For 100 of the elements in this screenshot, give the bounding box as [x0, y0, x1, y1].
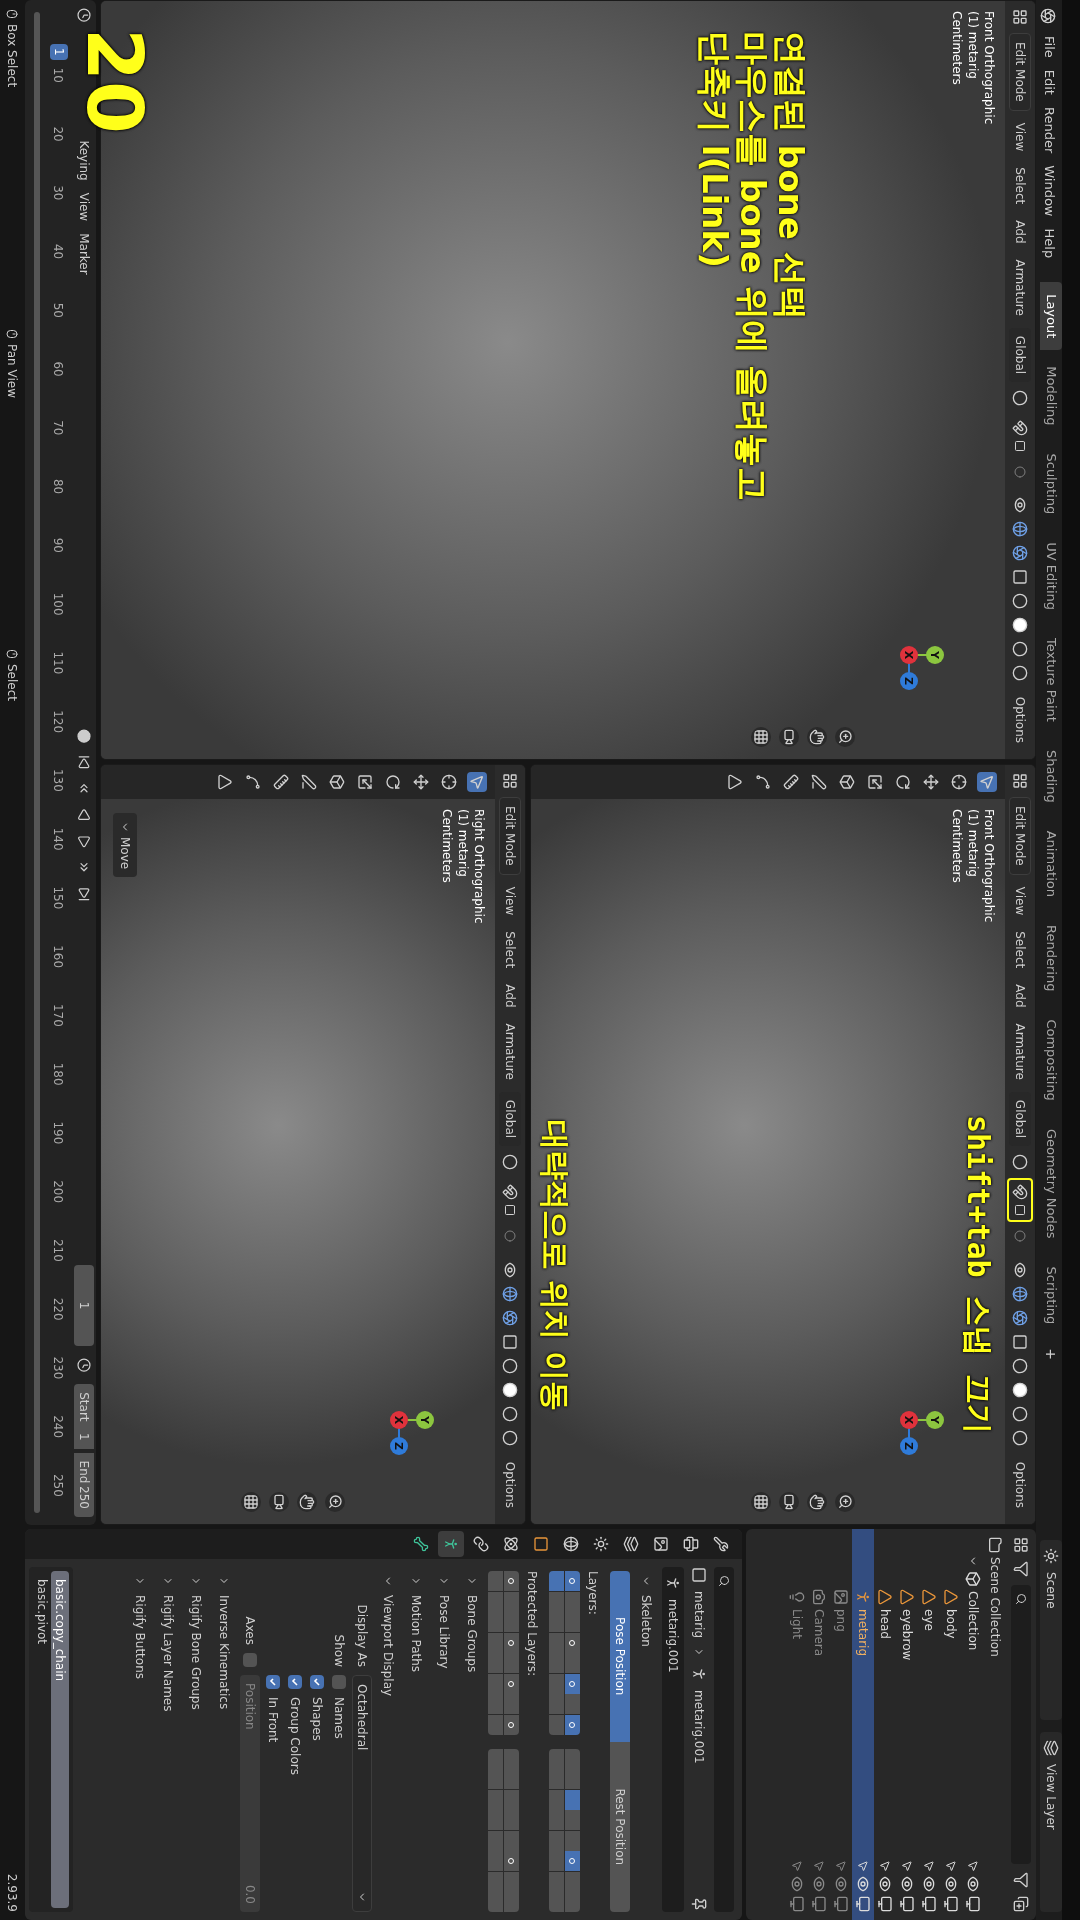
xray-icon[interactable] — [1012, 568, 1028, 585]
menu-item[interactable]: Marker — [75, 233, 93, 275]
render-icon[interactable] — [899, 1896, 915, 1912]
square-icon[interactable] — [504, 1204, 516, 1217]
layer-toggle[interactable] — [488, 1871, 503, 1892]
panel-header[interactable]: Viewport Display — [376, 1567, 400, 1912]
layer-toggle[interactable] — [565, 1769, 580, 1790]
layer-toggle[interactable] — [565, 1591, 580, 1612]
extrude-icon[interactable] — [215, 772, 235, 792]
snap-toggle[interactable] — [1007, 1178, 1033, 1223]
wireframe-sphere-icon[interactable] — [502, 1357, 518, 1374]
checkbox[interactable] — [310, 1675, 324, 1689]
menu-item[interactable]: View — [75, 192, 93, 222]
extrude-icon[interactable] — [725, 772, 745, 792]
menu-item[interactable]: Select — [501, 927, 519, 973]
layer-toggle[interactable] — [565, 1714, 580, 1735]
layer-toggle[interactable] — [504, 1673, 519, 1694]
scale-icon[interactable] — [865, 772, 885, 792]
transform-icon[interactable] — [327, 772, 347, 792]
menu-item[interactable]: File — [1040, 36, 1060, 58]
transform-icon[interactable] — [837, 772, 857, 792]
wireframe-sphere-icon[interactable] — [1012, 1357, 1028, 1374]
workspace-tab[interactable]: Modeling — [1040, 354, 1062, 438]
layer-toggle[interactable] — [488, 1673, 503, 1694]
play-icon[interactable] — [76, 833, 92, 849]
layer-toggle[interactable] — [504, 1748, 519, 1769]
options-dropdown[interactable]: Options — [1011, 1453, 1029, 1516]
workspace-tab[interactable]: Sculpting — [1040, 441, 1062, 527]
layer-toggle[interactable] — [504, 1714, 519, 1735]
options-dropdown[interactable]: Options — [501, 1453, 519, 1516]
layer-toggle[interactable] — [504, 1810, 519, 1831]
move-icon[interactable] — [411, 772, 431, 792]
layer-toggle[interactable] — [488, 1714, 503, 1735]
panel-header[interactable]: Skeleton — [634, 1567, 658, 1912]
layer-toggle[interactable] — [549, 1748, 564, 1769]
options-dropdown[interactable]: Options — [1011, 688, 1029, 751]
workspace-tab[interactable]: Compositing — [1040, 1007, 1062, 1113]
panel-header[interactable]: Rigify Bone Groups — [184, 1567, 208, 1912]
layer-toggle[interactable] — [549, 1851, 564, 1872]
layer-toggle[interactable] — [565, 1571, 580, 1591]
layer-toggle[interactable] — [549, 1810, 564, 1831]
panel-header[interactable]: Motion Paths — [404, 1567, 428, 1912]
layer-toggle[interactable] — [488, 1591, 503, 1612]
bone-roll-icon[interactable] — [243, 772, 263, 792]
record-icon[interactable] — [76, 728, 92, 743]
search-field[interactable] — [714, 1567, 734, 1912]
render-icon[interactable] — [965, 1896, 981, 1912]
square-icon[interactable] — [1014, 440, 1026, 453]
material-sphere-icon[interactable] — [1012, 1405, 1028, 1422]
pivot-icon[interactable] — [1012, 1154, 1028, 1171]
panel-header[interactable]: Bone Groups — [460, 1567, 484, 1912]
xray-icon[interactable] — [502, 1333, 518, 1350]
layer-toggle[interactable] — [488, 1892, 503, 1912]
list-item[interactable]: basic.pivot — [33, 1571, 51, 1908]
layer-toggle[interactable] — [504, 1830, 519, 1851]
jump-start-icon[interactable] — [76, 754, 92, 770]
layer-toggle[interactable] — [549, 1769, 564, 1790]
layer-toggle[interactable] — [504, 1892, 519, 1912]
checkbox[interactable] — [243, 1653, 257, 1667]
menu-item[interactable]: Armature — [1011, 255, 1029, 320]
navigation-gizmo[interactable]: Y Z X — [869, 615, 949, 695]
segment-button[interactable]: Rest Position — [610, 1741, 630, 1912]
layer-toggle[interactable] — [549, 1591, 564, 1612]
outliner-row[interactable]: eyebrow — [896, 1529, 918, 1920]
panel-header[interactable]: Rigify Buttons — [128, 1567, 152, 1912]
layer-toggle[interactable] — [504, 1694, 519, 1715]
menu-item[interactable]: Help — [1040, 228, 1060, 259]
layer-toggle[interactable] — [549, 1612, 564, 1633]
workspace-tab[interactable]: Animation — [1040, 818, 1062, 909]
workspace-tab[interactable]: Layout — [1040, 282, 1062, 351]
layer-toggle[interactable] — [504, 1871, 519, 1892]
layer-toggle[interactable] — [504, 1632, 519, 1653]
layer-toggle[interactable] — [565, 1810, 580, 1831]
orientation-dropdown[interactable]: Global — [1009, 1091, 1031, 1147]
layer-toggle[interactable] — [565, 1851, 580, 1872]
menu-item[interactable]: Window — [1040, 165, 1060, 217]
menu-item[interactable]: Add — [1011, 980, 1029, 1012]
wireframe-sphere-icon[interactable] — [1012, 592, 1028, 609]
solid-sphere-icon[interactable] — [1012, 1381, 1028, 1398]
layer-toggle[interactable] — [549, 1653, 564, 1674]
menu-item[interactable]: Armature — [1011, 1019, 1029, 1084]
properties-tab[interactable] — [438, 1531, 464, 1557]
orientation-dropdown[interactable]: Global — [499, 1091, 521, 1147]
stopwatch-icon[interactable] — [76, 1357, 92, 1373]
eye-icon[interactable] — [943, 1876, 959, 1892]
eye-icon[interactable] — [965, 1876, 981, 1892]
menu-item[interactable]: View — [1011, 118, 1029, 156]
eye-icon[interactable] — [899, 1876, 915, 1892]
rotate-icon[interactable] — [893, 772, 913, 792]
layer-toggle[interactable] — [549, 1694, 564, 1715]
display-mode-icon[interactable] — [1013, 1561, 1029, 1577]
layer-toggle[interactable] — [549, 1632, 564, 1653]
checkbox[interactable] — [288, 1675, 302, 1689]
menu-item[interactable]: Add — [501, 980, 519, 1012]
menu-item[interactable]: Select — [1011, 163, 1029, 209]
overlay-icon[interactable] — [1012, 544, 1028, 561]
layer-toggle[interactable] — [488, 1748, 503, 1769]
layer-toggle[interactable] — [549, 1673, 564, 1694]
view-layer-selector[interactable]: View Layer — [1040, 1732, 1062, 1912]
bone-roll-icon[interactable] — [753, 772, 773, 792]
